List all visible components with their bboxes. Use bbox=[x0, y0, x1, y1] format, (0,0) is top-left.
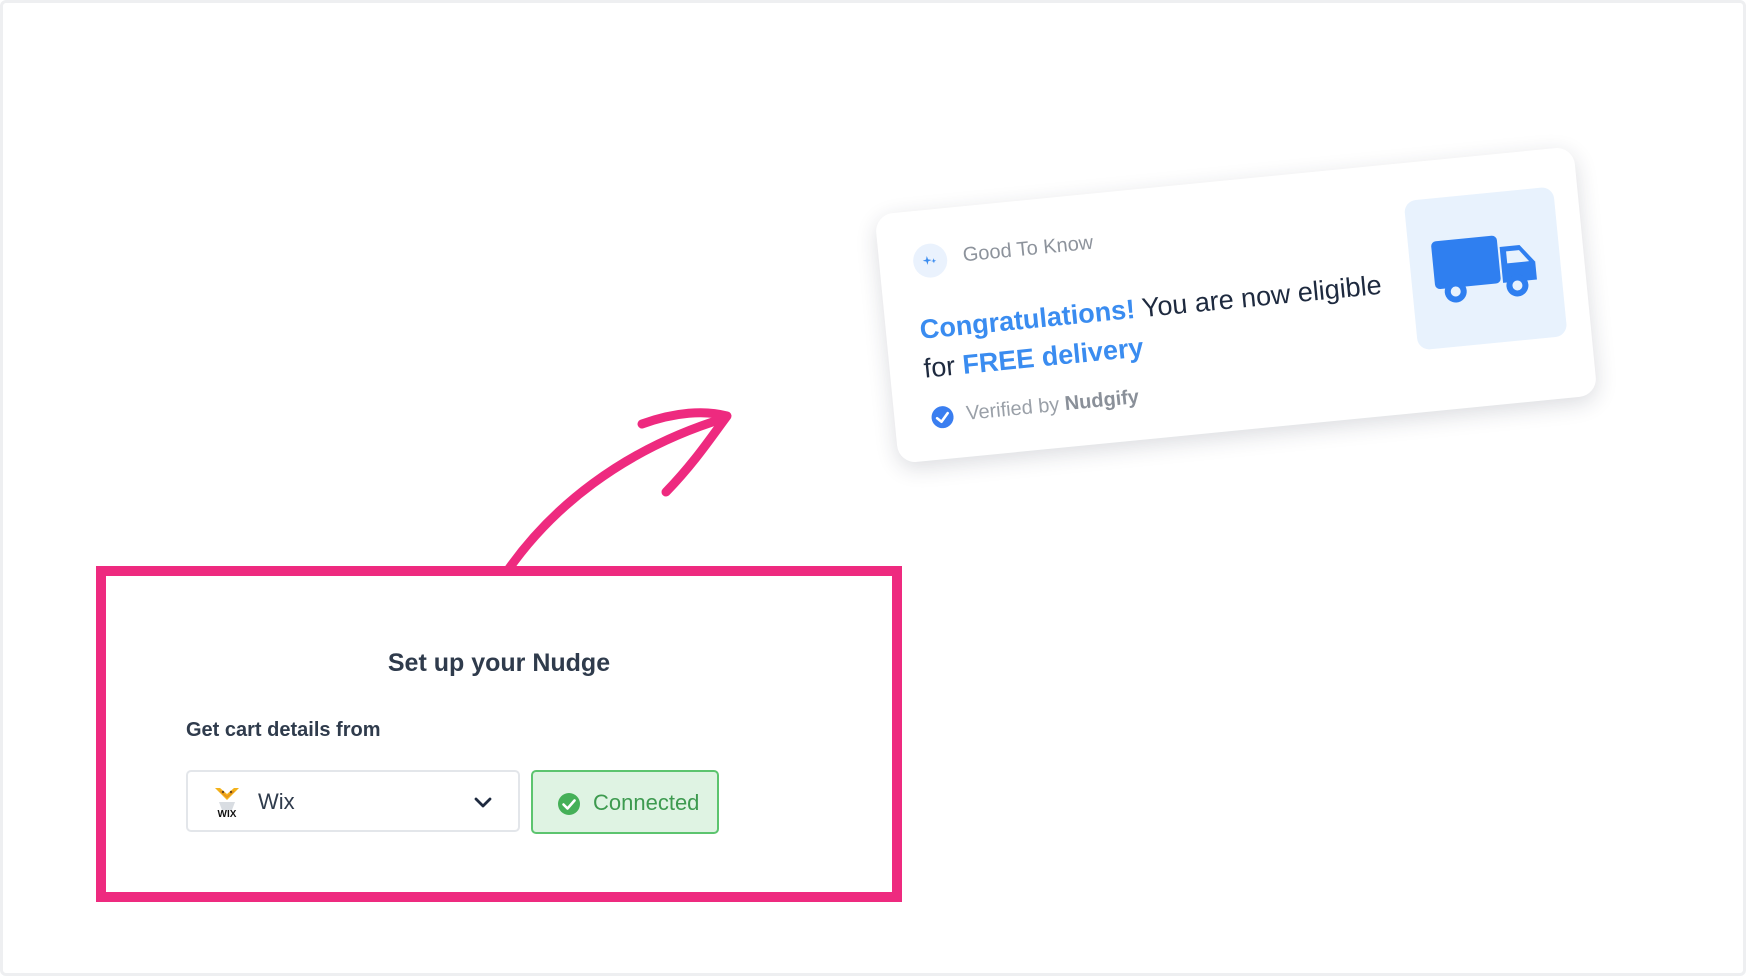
wix-logo-icon: WIX bbox=[215, 788, 239, 818]
verified-check-icon bbox=[931, 406, 954, 429]
connected-status-label: Connected bbox=[593, 790, 700, 815]
arrow-annotation bbox=[503, 408, 732, 575]
cart-source-label: Get cart details from bbox=[186, 719, 381, 741]
platform-select[interactable]: WIX Wix bbox=[186, 770, 520, 832]
delivery-image bbox=[1403, 186, 1568, 351]
nudge-message-offer: FREE delivery bbox=[961, 332, 1145, 380]
chevron-down-icon bbox=[474, 797, 492, 808]
setup-title: Set up your Nudge bbox=[387, 649, 611, 677]
check-circle-icon bbox=[558, 793, 580, 815]
setup-panel: Set up your Nudge Get cart details from … bbox=[96, 566, 902, 902]
connected-status-button[interactable]: Connected bbox=[531, 770, 719, 834]
verified-by-label: Verified by Nudgify bbox=[965, 386, 1140, 426]
nudge-header-label: Good To Know bbox=[961, 231, 1095, 267]
verified-brand: Nudgify bbox=[1063, 385, 1140, 416]
verified-prefix: Verified by bbox=[965, 393, 1066, 425]
sparkle-icon bbox=[911, 242, 949, 280]
platform-select-value: Wix bbox=[258, 789, 295, 814]
nudge-message: Congratulations! You are now eligible fo… bbox=[918, 265, 1393, 388]
svg-text:WIX: WIX bbox=[218, 809, 237, 818]
delivery-truck-icon bbox=[1431, 235, 1537, 303]
